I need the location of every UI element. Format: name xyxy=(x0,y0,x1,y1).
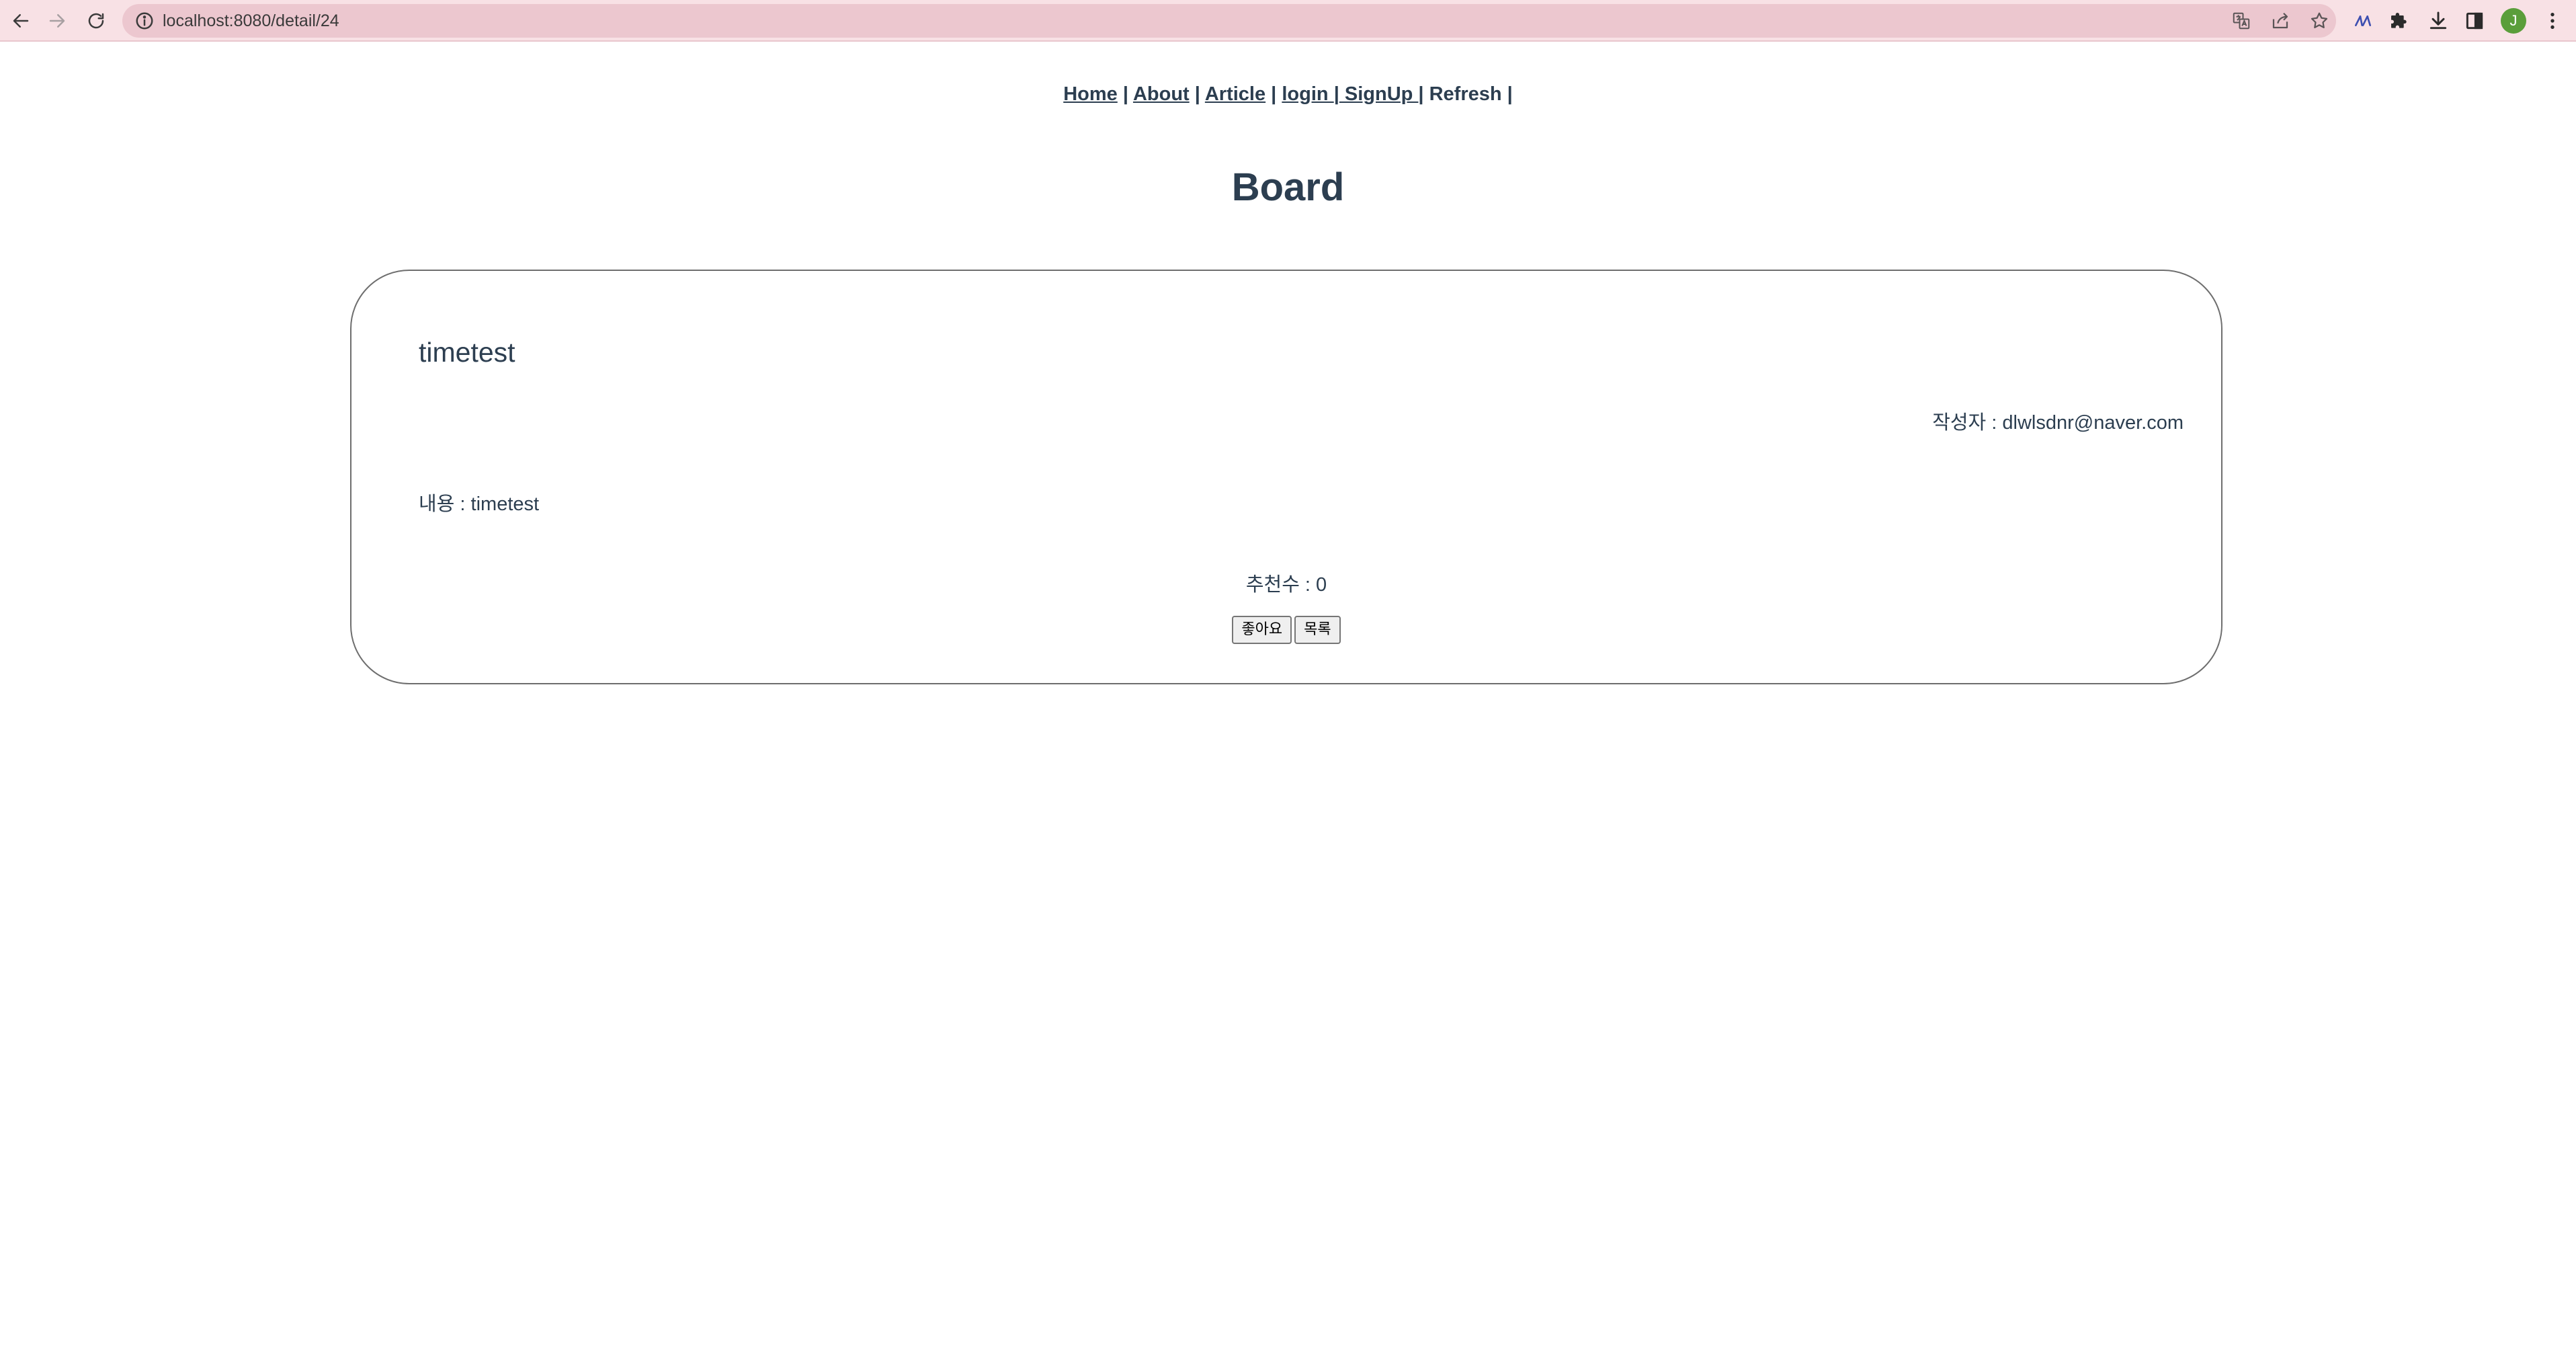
like-count: 추천수 : 0 xyxy=(1245,574,1327,596)
nav-separator: | xyxy=(1418,83,1429,105)
site-info-icon[interactable] xyxy=(134,11,155,31)
page-title: Board xyxy=(1231,165,1345,209)
share-icon[interactable] xyxy=(2270,11,2290,31)
url-text[interactable]: localhost:8080/detail/24 xyxy=(163,4,339,38)
nav-login-link[interactable]: login | SignUp xyxy=(1282,83,1418,105)
nav-article-link[interactable]: Article xyxy=(1205,83,1265,105)
nav-separator: | xyxy=(1189,83,1205,105)
translate-icon[interactable] xyxy=(2231,11,2251,31)
browser-toolbar: localhost:8080/detail/24 J xyxy=(0,0,2576,42)
post-detail-card: timetest 작성자 : dlwlsdnr@naver.com 내용 : t… xyxy=(350,270,2222,684)
post-content: 내용 : timetest xyxy=(419,493,540,515)
download-icon[interactable] xyxy=(2427,10,2449,32)
nav-about-link[interactable]: About xyxy=(1133,83,1190,105)
bookmark-star-icon[interactable] xyxy=(2309,11,2329,31)
post-actions: 좋아요 목록 xyxy=(351,616,2221,644)
nav-separator: | xyxy=(1265,83,1282,105)
more-menu-icon[interactable] xyxy=(2542,10,2563,32)
nav-login-label: login xyxy=(1282,83,1334,105)
forward-icon[interactable] xyxy=(42,5,73,36)
side-panel-icon[interactable] xyxy=(2464,10,2485,32)
nav-separator: | xyxy=(1501,83,1513,105)
back-icon[interactable] xyxy=(5,5,36,36)
list-button[interactable]: 목록 xyxy=(1294,616,1341,644)
profile-avatar[interactable]: J xyxy=(2501,8,2526,34)
main-nav: Home | About | Article | login | SignUp … xyxy=(0,83,2576,106)
extension-icon[interactable] xyxy=(2352,10,2374,32)
reload-icon[interactable] xyxy=(81,5,112,36)
post-title: timetest xyxy=(419,337,515,368)
address-bar[interactable]: localhost:8080/detail/24 xyxy=(122,4,2336,38)
extensions-puzzle-icon[interactable] xyxy=(2388,10,2410,32)
like-button[interactable]: 좋아요 xyxy=(1232,616,1292,644)
nav-refresh-link[interactable]: Refresh xyxy=(1429,83,1502,105)
nav-separator: | xyxy=(1117,83,1133,105)
nav-signup-label: SignUp xyxy=(1339,83,1419,105)
nav-home-link[interactable]: Home xyxy=(1063,83,1118,105)
post-author: 작성자 : dlwlsdnr@naver.com xyxy=(1932,412,2184,434)
